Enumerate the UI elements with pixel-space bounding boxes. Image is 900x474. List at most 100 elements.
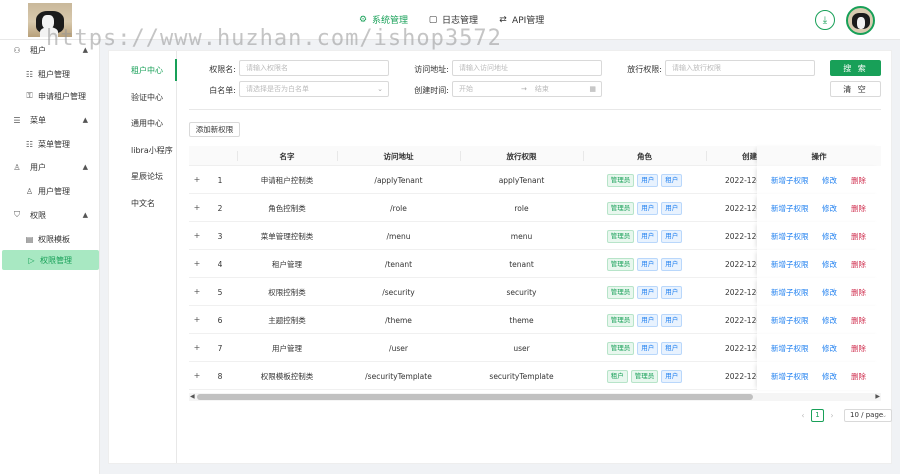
delete-link[interactable]: 删除: [851, 343, 866, 354]
add-child-permission-link[interactable]: 新增子权限: [771, 343, 809, 354]
sidebar-item-menu-management[interactable]: ☷ 菜单管理: [0, 134, 97, 154]
sidebar-item-user-management[interactable]: ♙ 用户管理: [0, 181, 97, 201]
role-tag: 管理员: [606, 285, 635, 299]
delete-link[interactable]: 删除: [851, 203, 866, 214]
chevron-up-icon: ▲: [82, 163, 88, 171]
expand-row-icon[interactable]: +: [193, 232, 201, 240]
delete-link[interactable]: 删除: [851, 259, 866, 270]
expand-row-icon[interactable]: +: [193, 288, 201, 296]
cell-roles: 管理员 用户 租户: [583, 166, 706, 194]
cell-name: 租户管理: [272, 259, 302, 269]
cell-name: 主题控制类: [268, 315, 306, 325]
sidebar-item-apply-tenant[interactable]: ⚿ 申请租户管理: [0, 86, 97, 106]
nav-log-management[interactable]: ▢ 日志管理: [428, 13, 478, 27]
clear-button[interactable]: 清 空: [830, 81, 881, 97]
sidebar-item-permission-template[interactable]: ▤ 权限模板: [0, 229, 97, 249]
delete-link[interactable]: 删除: [851, 287, 866, 298]
sidebar-item-tenant-management[interactable]: ☷ 租户管理: [0, 64, 97, 84]
page-size-select[interactable]: 10 / page ⌄: [844, 408, 892, 422]
edit-link[interactable]: 修改: [822, 259, 837, 270]
sidebar-group-menu[interactable]: ☰ 菜单 ▲: [0, 110, 100, 130]
chevron-up-icon: ▲: [82, 211, 88, 219]
role-tag: 用户: [637, 229, 659, 243]
cell-index: 1: [217, 175, 223, 185]
expand-row-icon[interactable]: +: [193, 176, 201, 184]
grant-input[interactable]: 请输入放行权限: [665, 60, 815, 76]
cell-roles: 管理员 用户 用户: [583, 278, 706, 306]
created-label: 创建时间:: [414, 86, 449, 95]
download-icon[interactable]: ⤓: [815, 10, 835, 30]
cell-url: /securityTemplate: [365, 371, 432, 381]
avatar[interactable]: [846, 6, 875, 35]
url-input[interactable]: 请输入访问地址: [452, 60, 602, 76]
cell-index: 5: [217, 287, 223, 297]
horizontal-scrollbar[interactable]: ◀ ▶: [189, 393, 881, 401]
expand-row-icon[interactable]: +: [193, 316, 201, 324]
edit-link[interactable]: 修改: [822, 343, 837, 354]
add-permission-button[interactable]: 添加新权限: [189, 122, 240, 137]
sidebar-group-tenant[interactable]: ⚇ 租户 ▲: [0, 40, 100, 60]
cell-url: /tenant: [384, 259, 413, 269]
nav-api-management[interactable]: ⇄ API管理: [498, 13, 544, 27]
add-child-permission-link[interactable]: 新增子权限: [771, 231, 809, 242]
add-child-permission-link[interactable]: 新增子权限: [771, 371, 809, 382]
cell-roles: 管理员 用户 租户: [583, 334, 706, 362]
perm-name-input[interactable]: 请输入权限名: [239, 60, 389, 76]
cell-roles: 管理员 用户 用户: [583, 194, 706, 222]
app-logo[interactable]: [28, 3, 72, 37]
expand-row-icon[interactable]: +: [193, 260, 201, 268]
role-tag: 管理员: [606, 341, 635, 355]
cell-grant: securityTemplate: [489, 371, 554, 381]
nav-system-management[interactable]: ⚙ 系统管理: [358, 13, 408, 27]
tab-auth-center[interactable]: 验证中心: [109, 87, 177, 107]
tab-libra-miniapp[interactable]: libra小程序: [109, 140, 177, 160]
expand-row-icon[interactable]: +: [193, 344, 201, 352]
chevron-down-icon: ⌄: [377, 85, 383, 93]
delete-link[interactable]: 删除: [851, 371, 866, 382]
start-date-input[interactable]: 开始: [459, 84, 473, 94]
tab-tenant-center[interactable]: 租户中心: [109, 60, 177, 80]
header-grant: 放行权限: [506, 151, 537, 161]
edit-link[interactable]: 修改: [822, 287, 837, 298]
delete-link[interactable]: 删除: [851, 231, 866, 242]
expand-row-icon[interactable]: +: [193, 372, 201, 380]
list-icon: ☷: [25, 139, 34, 149]
edit-link[interactable]: 修改: [822, 371, 837, 382]
tab-chinese-name[interactable]: 中文名: [109, 193, 177, 213]
edit-link[interactable]: 修改: [822, 175, 837, 186]
scroll-right-icon[interactable]: ▶: [875, 393, 880, 400]
sidebar-group-permission[interactable]: ⛉ 权限 ▲: [0, 205, 100, 225]
add-child-permission-link[interactable]: 新增子权限: [771, 175, 809, 186]
expand-row-icon[interactable]: +: [193, 204, 201, 212]
sidebar-item-permission-management[interactable]: ▷ 权限管理: [2, 250, 99, 270]
add-child-permission-link[interactable]: 新增子权限: [771, 315, 809, 326]
add-child-permission-link[interactable]: 新增子权限: [771, 287, 809, 298]
cell-grant: user: [513, 343, 530, 353]
edit-link[interactable]: 修改: [822, 315, 837, 326]
cell-name: 菜单管理控制类: [260, 231, 314, 241]
tab-common-center[interactable]: 通用中心: [109, 113, 177, 133]
end-date-input[interactable]: 结束: [535, 84, 549, 94]
prev-page-icon[interactable]: ‹: [799, 411, 807, 420]
page-number-current[interactable]: 1: [811, 408, 824, 422]
document-icon: ▤: [25, 234, 34, 244]
edit-link[interactable]: 修改: [822, 203, 837, 214]
add-child-permission-link[interactable]: 新增子权限: [771, 259, 809, 270]
main-panel: 租户中心 验证中心 通用中心 libra小程序 星辰论坛 中文名 权限名: 请输…: [108, 50, 892, 464]
whitelist-select[interactable]: 请选择是否为白名单 ⌄: [239, 81, 389, 97]
add-child-permission-link[interactable]: 新增子权限: [771, 203, 809, 214]
cell-name: 申请租户控制类: [260, 175, 314, 185]
scroll-left-icon[interactable]: ◀: [190, 393, 195, 400]
edit-link[interactable]: 修改: [822, 231, 837, 242]
delete-link[interactable]: 删除: [851, 315, 866, 326]
api-icon: ⇄: [499, 14, 507, 25]
sidebar-group-user[interactable]: ♙ 用户 ▲: [0, 157, 100, 177]
date-range-picker[interactable]: 开始 → 结束 ▦: [452, 81, 602, 97]
tab-star-forum[interactable]: 星辰论坛: [109, 166, 177, 186]
delete-link[interactable]: 删除: [851, 175, 866, 186]
cell-index: 8: [217, 371, 223, 381]
scrollbar-thumb[interactable]: [197, 394, 753, 400]
search-button[interactable]: 搜 索: [830, 60, 881, 76]
cell-ops: 新增子权限 修改 删除: [757, 334, 881, 362]
next-page-icon[interactable]: ›: [828, 411, 836, 420]
